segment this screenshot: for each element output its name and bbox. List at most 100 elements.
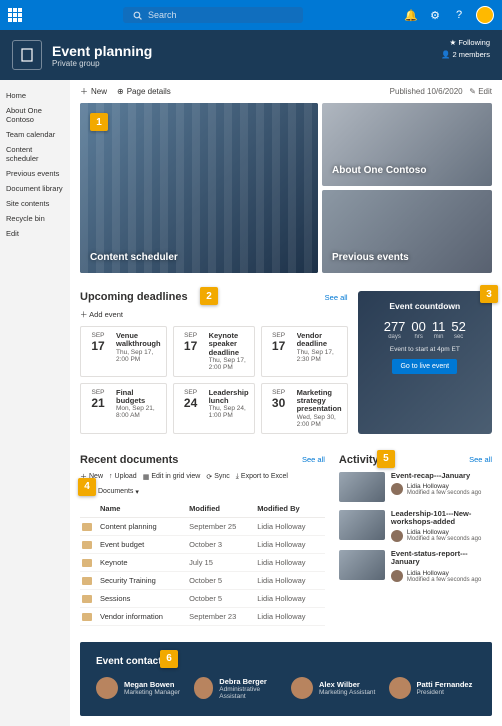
upcoming-title: Upcoming deadlines (80, 291, 188, 303)
folder-icon (82, 577, 92, 585)
app-launcher-icon[interactable] (8, 8, 22, 22)
event-card[interactable]: SEP17Vendor deadlineThu, Sep 17, 2:30 PM (261, 326, 348, 377)
members-link[interactable]: 👤 2 members (441, 50, 490, 59)
new-button[interactable]: ＋ New (80, 86, 107, 97)
table-row[interactable]: Vendor informationSeptember 23Lidia Holl… (80, 607, 325, 625)
building-icon (19, 47, 35, 63)
countdown-item: 52sec (451, 319, 465, 340)
folder-icon (82, 613, 92, 621)
author-avatar (391, 483, 403, 495)
col-modifiedby[interactable]: Modified By (255, 500, 325, 518)
hero-tile-previous[interactable]: Previous events (322, 190, 492, 273)
table-row[interactable]: SessionsOctober 5Lidia Holloway (80, 589, 325, 607)
folder-icon (82, 559, 92, 567)
activity-webpart: 5 Activity See all Event-recap---January… (339, 454, 492, 626)
help-icon[interactable]: ? (452, 8, 466, 22)
edit-button[interactable]: Edit (478, 87, 492, 96)
doc-export[interactable]: ⤓ Export to Excel (236, 472, 288, 482)
user-avatar[interactable] (476, 6, 494, 24)
event-card[interactable]: SEP17Keynote speaker deadlineThu, Sep 17… (173, 326, 255, 377)
callout-5: 5 (377, 450, 395, 468)
table-row[interactable]: Content planningSeptember 25Lidia Hollow… (80, 517, 325, 535)
col-modified[interactable]: Modified (187, 500, 255, 518)
go-live-button[interactable]: Go to live event (392, 359, 457, 374)
search-placeholder: Search (148, 10, 177, 20)
activity-see-all[interactable]: See all (469, 455, 492, 464)
contact-person[interactable]: Megan BowenMarketing Manager (96, 677, 184, 700)
contact-person[interactable]: Patti FernandezPresident (389, 677, 477, 700)
activity-title: Activity (339, 454, 379, 466)
countdown-item: 277days (384, 319, 406, 340)
site-title: Event planning (52, 43, 152, 59)
upcoming-see-all[interactable]: See all (325, 293, 348, 302)
left-nav: Home About One Contoso Team calendar Con… (0, 80, 70, 726)
hero-webpart: 1 Content scheduler About One Contoso Pr… (80, 103, 492, 273)
contact-person[interactable]: Alex WilberMarketing Assistant (291, 677, 379, 700)
event-card[interactable]: SEP30Marketing strategy presentationWed,… (261, 383, 348, 434)
published-label: Published 10/6/2020 (390, 87, 463, 96)
countdown-subtitle: Event to start at 4pm ET (368, 346, 482, 353)
col-name[interactable]: Name (98, 500, 187, 518)
suite-actions: 🔔 ⚙ ? (404, 6, 494, 24)
doc-gridview[interactable]: ▦ Edit in grid view (143, 472, 201, 482)
suite-header: Search 🔔 ⚙ ? (0, 0, 502, 30)
contact-avatar (96, 677, 118, 699)
hero-caption: About One Contoso (332, 165, 426, 176)
hero-caption: Previous events (332, 252, 409, 263)
site-logo[interactable] (12, 40, 42, 70)
recent-documents: 4 Recent documents See all ＋ New ↑ Uploa… (80, 454, 325, 626)
activity-card[interactable]: Leadership-101---New-workshops-addedLidi… (339, 510, 492, 543)
settings-icon[interactable]: ⚙ (428, 8, 442, 22)
follow-button[interactable]: ★ Following (441, 38, 490, 47)
folder-icon (82, 541, 92, 549)
nav-about[interactable]: About One Contoso (4, 103, 66, 127)
contact-person[interactable]: Debra BergerAdministrative Assistant (194, 677, 282, 700)
folder-icon (82, 523, 92, 531)
callout-4: 4 (78, 478, 96, 496)
nav-previous[interactable]: Previous events (4, 166, 66, 181)
page-details-button[interactable]: ⊕ Page details (117, 87, 171, 96)
main-content: ＋ New ⊕ Page details Published 10/6/2020… (70, 80, 502, 726)
nav-recycle[interactable]: Recycle bin (4, 211, 66, 226)
search-icon (133, 11, 142, 20)
doc-upload[interactable]: ↑ Upload (109, 472, 137, 482)
event-card[interactable]: SEP21Final budgetsMon, Sep 21, 8:00 AM (80, 383, 167, 434)
add-event-button[interactable]: ＋ Add event (80, 309, 348, 320)
table-row[interactable]: KeynoteJuly 15Lidia Holloway (80, 553, 325, 571)
site-subtitle: Private group (52, 59, 152, 68)
site-header: Event planning Private group ★ Following… (0, 30, 502, 80)
docs-title: Recent documents (80, 454, 178, 466)
activity-thumb (339, 550, 385, 580)
callout-3: 3 (480, 285, 498, 303)
event-contacts: 6 Event contacts Megan BowenMarketing Ma… (80, 642, 492, 716)
countdown-item: 00hrs (411, 319, 425, 340)
search-box[interactable]: Search (123, 7, 303, 23)
countdown-title: Event countdown (368, 301, 482, 311)
contact-avatar (389, 677, 411, 699)
nav-documents[interactable]: Document library (4, 181, 66, 196)
doc-toolbar: ＋ New ↑ Upload ▦ Edit in grid view ⟳ Syn… (80, 472, 325, 496)
author-avatar (391, 570, 403, 582)
nav-contents[interactable]: Site contents (4, 196, 66, 211)
activity-thumb (339, 510, 385, 540)
activity-card[interactable]: Event-status-report---JanuaryLidia Hollo… (339, 550, 492, 583)
table-row[interactable]: Event budgetOctober 3Lidia Holloway (80, 535, 325, 553)
nav-calendar[interactable]: Team calendar (4, 127, 66, 142)
docs-see-all[interactable]: See all (302, 455, 325, 464)
doc-sync[interactable]: ⟳ Sync (206, 472, 229, 482)
callout-1: 1 (90, 113, 108, 131)
hero-tile-about[interactable]: About One Contoso (322, 103, 492, 186)
hero-tile-scheduler[interactable]: Content scheduler (80, 103, 318, 273)
activity-card[interactable]: Event-recap---JanuaryLidia HollowayModif… (339, 472, 492, 502)
activity-thumb (339, 472, 385, 502)
nav-home[interactable]: Home (4, 88, 66, 103)
table-row[interactable]: Security TrainingOctober 5Lidia Holloway (80, 571, 325, 589)
event-card[interactable]: SEP24Leadership lunchThu, Sep 24, 1:00 P… (173, 383, 255, 434)
doc-table: Name Modified Modified By Content planni… (80, 500, 325, 626)
nav-scheduler[interactable]: Content scheduler (4, 142, 66, 166)
notifications-icon[interactable]: 🔔 (404, 8, 418, 22)
event-card[interactable]: SEP17Venue walkthroughThu, Sep 17, 2:00 … (80, 326, 167, 377)
hero-caption: Content scheduler (90, 252, 178, 263)
nav-edit[interactable]: Edit (4, 226, 66, 241)
folder-icon (82, 595, 92, 603)
